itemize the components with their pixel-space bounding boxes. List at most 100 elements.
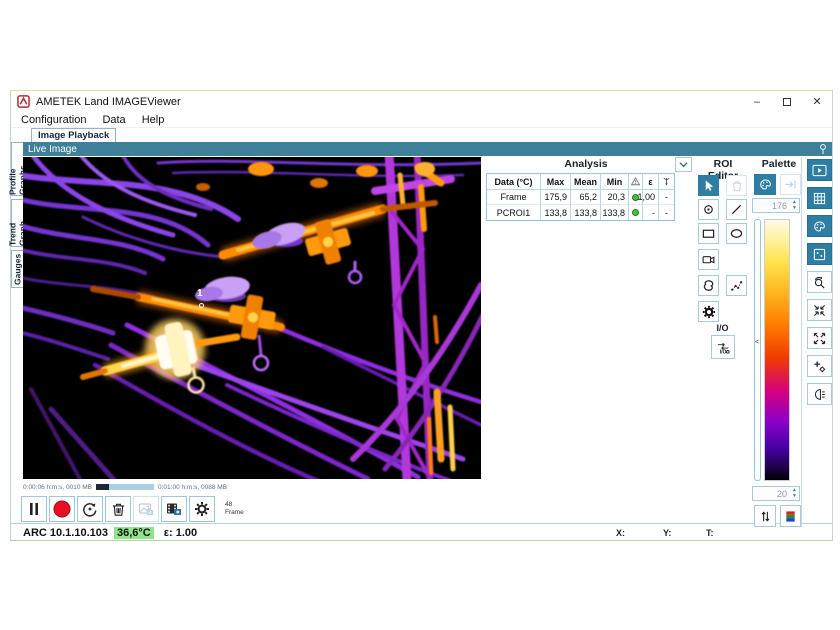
- side-tab-strip: Profile Graphs Trend Graph Gauges: [11, 142, 23, 291]
- palette-max-spinner[interactable]: ▲▼: [790, 199, 799, 212]
- analysis-row-pcroi1[interactable]: PCROI1 133,8 133,8 133,8 - -: [487, 205, 674, 220]
- roi-mean: 65,2: [571, 190, 601, 205]
- dice-frame-icon: [813, 248, 826, 261]
- view-video-button[interactable]: [807, 159, 832, 181]
- palette-gradient[interactable]: [764, 219, 790, 481]
- zoom-reset-button[interactable]: [807, 271, 832, 293]
- delete-recording-button[interactable]: [105, 496, 131, 522]
- expand-arrows-icon: [813, 332, 826, 345]
- thermal-scene: [23, 157, 481, 479]
- pin-icon[interactable]: [817, 143, 829, 155]
- loop-button[interactable]: [77, 496, 103, 522]
- menu-help[interactable]: Help: [134, 114, 173, 126]
- add-point-icon: [813, 360, 826, 373]
- record-settings-button[interactable]: [189, 496, 215, 522]
- close-button[interactable]: ✕: [802, 91, 832, 112]
- view-points-button[interactable]: [807, 243, 832, 265]
- rectangle-roi-icon: [702, 227, 715, 240]
- lamp-icon: [813, 388, 826, 401]
- pointer-icon: [702, 179, 715, 192]
- palette-slider-track[interactable]: [754, 219, 761, 481]
- frame-counter-value: 48: [225, 501, 244, 509]
- roi-settings-button[interactable]: [698, 301, 719, 322]
- freeform-roi-icon: [702, 279, 715, 292]
- pause-button[interactable]: [21, 496, 47, 522]
- roi-point-tool[interactable]: [698, 199, 719, 220]
- palette-auto-button[interactable]: [754, 174, 776, 195]
- frame-counter: 48 Frame: [225, 501, 244, 518]
- progress-fill: [96, 484, 109, 490]
- window-title: AMETEK Land IMAGEViewer: [36, 96, 181, 108]
- playback-toolbar: 48 Frame: [21, 495, 244, 523]
- live-image-title: Live Image: [28, 144, 77, 155]
- trash-icon: [111, 502, 126, 517]
- io-button[interactable]: I/O: [711, 335, 735, 359]
- alarm-status-dot: [629, 205, 643, 220]
- roi-mean: 133,8: [571, 205, 601, 220]
- record-button[interactable]: [49, 496, 75, 522]
- analysis-row-frame[interactable]: Frame 175,9 65,2 20,3 1,00 -: [487, 190, 674, 205]
- io-section-label: I/O: [698, 323, 747, 333]
- progress-bar[interactable]: [96, 484, 154, 490]
- roi-marker: 1: [197, 288, 203, 299]
- maximize-button[interactable]: [772, 91, 802, 112]
- analysis-collapse-button[interactable]: [675, 157, 692, 172]
- roi-pointer-button[interactable]: [698, 175, 719, 196]
- video-display-icon: [812, 164, 827, 177]
- app-logo-icon: [17, 95, 30, 108]
- frame-counter-label: Frame: [225, 509, 244, 517]
- arrow-to-bar-icon: [784, 178, 797, 191]
- loop-icon: [82, 501, 98, 517]
- palette-invert-button[interactable]: [754, 505, 776, 527]
- palette-min-spinner[interactable]: ▲▼: [790, 487, 799, 500]
- sort-arrows-icon: [759, 510, 772, 523]
- svg-text:I/O: I/O: [719, 349, 726, 354]
- add-marker-button[interactable]: [807, 355, 832, 377]
- emissivity-readout: ε: 1.00: [164, 527, 197, 539]
- roi-freeform-tool[interactable]: [698, 275, 719, 296]
- roi-line-tool[interactable]: [726, 199, 747, 220]
- roi-tc: -: [659, 205, 674, 220]
- roi-marker-dot: [199, 303, 204, 308]
- roi-name: PCROI1: [487, 205, 541, 220]
- roi-ellipse-tool[interactable]: [726, 223, 747, 244]
- title-bar: AMETEK Land IMAGEViewer – ✕: [11, 91, 832, 112]
- palette-rotate-icon: [759, 178, 772, 191]
- tab-row: Image Playback: [11, 128, 832, 142]
- total-label: 0:01:00 h:m:s, 0088 MB: [158, 484, 227, 491]
- roi-min: 20,3: [601, 190, 629, 205]
- minimize-button[interactable]: –: [742, 91, 772, 112]
- roi-polyline-tool[interactable]: [726, 275, 747, 296]
- collapse-view-button[interactable]: [807, 299, 832, 321]
- palette-select-button[interactable]: [780, 505, 801, 527]
- roi-rectangle-tool[interactable]: [698, 223, 719, 244]
- side-tab-profile-graphs[interactable]: Profile Graphs: [11, 142, 23, 196]
- analysis-header-row: Data (°C) Max Mean Min ε: [487, 174, 674, 190]
- alarm-column-icon: [629, 174, 643, 190]
- export-video-button[interactable]: [161, 496, 187, 522]
- side-tab-gauges[interactable]: Gauges: [11, 250, 23, 288]
- expand-view-button[interactable]: [807, 327, 832, 349]
- tab-image-playback[interactable]: Image Playback: [31, 128, 116, 142]
- maximize-icon: [783, 98, 791, 106]
- grid-icon: [813, 192, 826, 205]
- cursor-t-label: T:: [706, 528, 714, 538]
- palette-apply-button: [780, 174, 801, 195]
- film-export-icon: [166, 501, 182, 517]
- menu-configuration[interactable]: Configuration: [11, 114, 94, 126]
- menu-data[interactable]: Data: [94, 114, 133, 126]
- illumination-button[interactable]: [807, 383, 832, 405]
- thermal-image[interactable]: 1: [23, 157, 481, 479]
- roi-emissivity: -: [643, 205, 659, 220]
- desktop: AMETEK Land IMAGEViewer – ✕ Configuratio…: [0, 0, 840, 630]
- trash-icon: [731, 180, 743, 192]
- view-grid-button[interactable]: [807, 187, 832, 209]
- palette-slider-cursor[interactable]: <: [755, 339, 759, 346]
- analysis-panel-title: Analysis: [556, 158, 616, 170]
- roi-camera-tool[interactable]: [698, 249, 719, 270]
- view-palette-button[interactable]: [807, 215, 832, 237]
- app-window: AMETEK Land IMAGEViewer – ✕ Configuratio…: [10, 90, 833, 541]
- menu-bar: Configuration Data Help: [11, 112, 832, 128]
- thermocouple-column-icon: [659, 174, 674, 190]
- side-tab-trend-graph[interactable]: Trend Graph: [11, 199, 23, 247]
